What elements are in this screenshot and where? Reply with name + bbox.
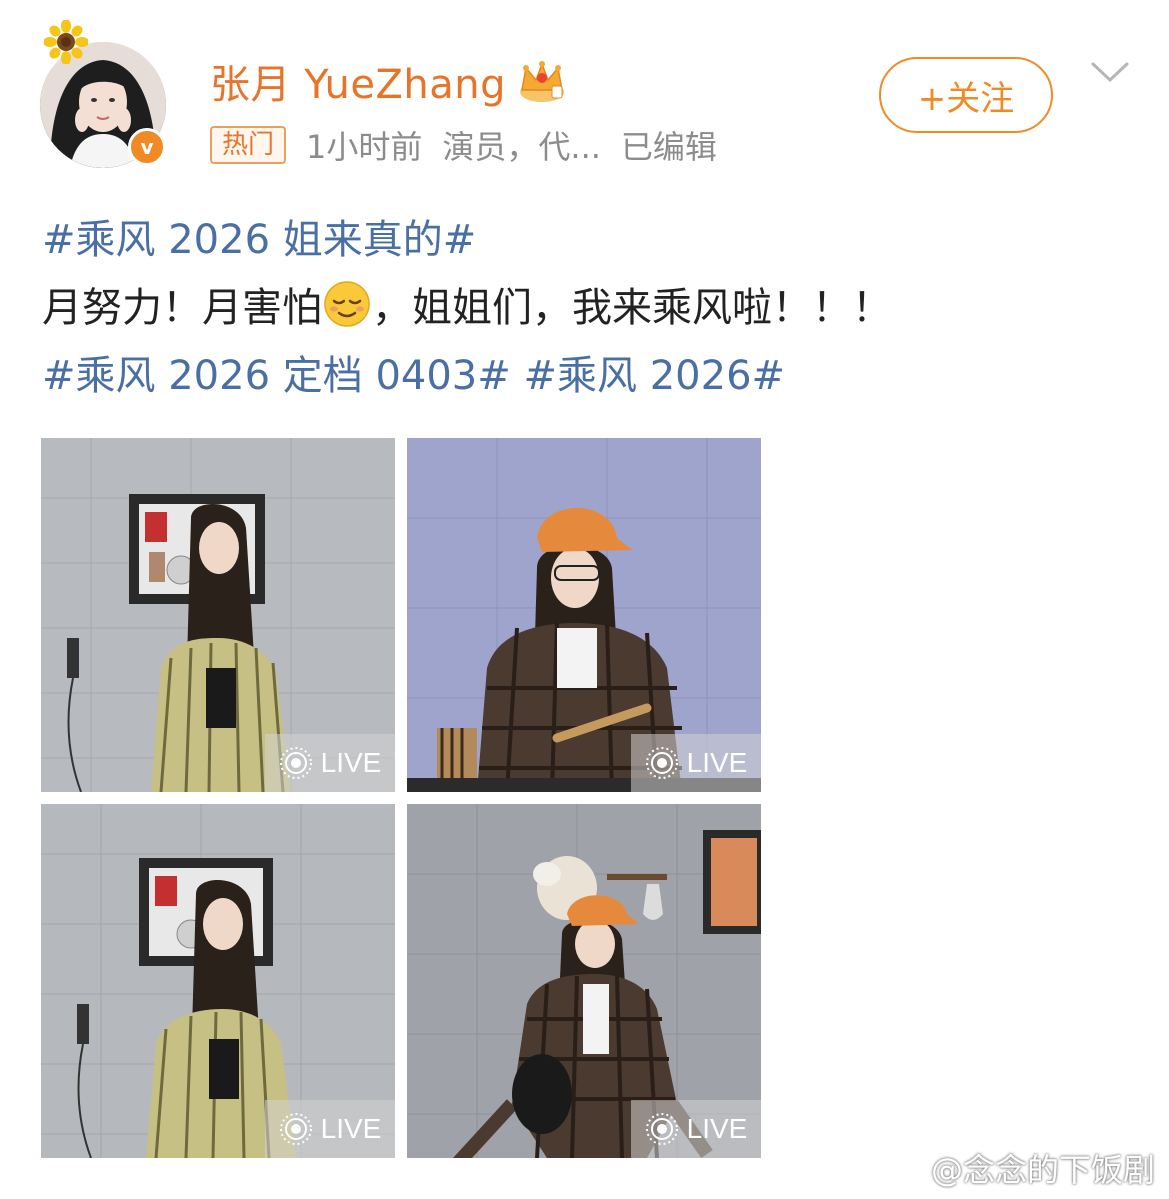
post-line-1: #乘风 2026 姐来真的# bbox=[42, 206, 892, 274]
hashtag-link[interactable]: #乘风 2026# bbox=[524, 353, 786, 399]
post-line-2: 月努力！月害怕 ，姐姐们，我来乘风啦！！！ bbox=[42, 274, 892, 342]
photo-thumbnail-4[interactable]: LIVE bbox=[407, 804, 761, 1158]
post-source: 演员，代... bbox=[442, 128, 601, 166]
verified-badge-icon: v bbox=[128, 128, 166, 166]
hashtag-link[interactable]: #乘风 2026 姐来真的# bbox=[42, 217, 476, 263]
watermark: @念念的下饭剧 bbox=[883, 1145, 1155, 1191]
live-badge: LIVE bbox=[631, 734, 761, 792]
sunflower-icon bbox=[44, 20, 88, 64]
post-content: #乘风 2026 姐来真的# 月努力！月害怕 ，姐姐们，我来乘风啦！！！ #乘风… bbox=[42, 206, 892, 410]
hashtag-link[interactable]: #乘风 2026 定档 0403# bbox=[42, 353, 511, 399]
post-time: 1小时前 bbox=[306, 128, 423, 166]
follow-button[interactable]: +关注 bbox=[879, 57, 1053, 133]
live-label: LIVE bbox=[686, 747, 748, 778]
live-photo-icon bbox=[645, 1113, 678, 1145]
relieved-face-emoji-icon bbox=[324, 281, 370, 327]
hot-badge[interactable]: 热门 bbox=[210, 126, 287, 164]
live-label: LIVE bbox=[320, 1113, 382, 1144]
photo-thumbnail-1[interactable]: LIVE bbox=[41, 438, 395, 792]
post-text-segment: ，姐姐们，我来乘风啦！！！ bbox=[372, 285, 892, 331]
avatar-container[interactable]: v bbox=[40, 20, 168, 170]
post-text-segment: 月努力！月害怕 bbox=[42, 285, 322, 331]
edited-label[interactable]: 已编辑 bbox=[621, 122, 717, 168]
photo-grid: LIVE LIVE LIVE LIVE bbox=[41, 438, 761, 1158]
chevron-down-icon[interactable] bbox=[1090, 60, 1130, 84]
username[interactable]: 张月 YueZhang bbox=[210, 52, 506, 110]
username-row: 张月 YueZhang bbox=[210, 52, 568, 110]
live-badge: LIVE bbox=[265, 1100, 395, 1158]
watermark-text: @念念的下饭剧 bbox=[930, 1151, 1155, 1189]
live-photo-icon bbox=[279, 1113, 312, 1145]
photo-thumbnail-3[interactable]: LIVE bbox=[41, 804, 395, 1158]
live-photo-icon bbox=[645, 747, 678, 779]
photo-thumbnail-2[interactable]: LIVE bbox=[407, 438, 761, 792]
crown-icon[interactable] bbox=[516, 58, 568, 104]
live-photo-icon bbox=[279, 747, 312, 779]
live-badge: LIVE bbox=[631, 1100, 761, 1158]
live-label: LIVE bbox=[320, 747, 382, 778]
weibo-post: v 张月 YueZhang 热门 1小时前 演员，代... 已编辑 +关注 #乘… bbox=[0, 0, 1169, 1199]
post-line-3: #乘风 2026 定档 0403# #乘风 2026# bbox=[42, 342, 892, 410]
weibo-logo-icon bbox=[883, 1153, 925, 1185]
live-label: LIVE bbox=[686, 1113, 748, 1144]
live-badge: LIVE bbox=[265, 734, 395, 792]
post-meta: 热门 1小时前 演员，代... 已编辑 bbox=[210, 122, 737, 168]
